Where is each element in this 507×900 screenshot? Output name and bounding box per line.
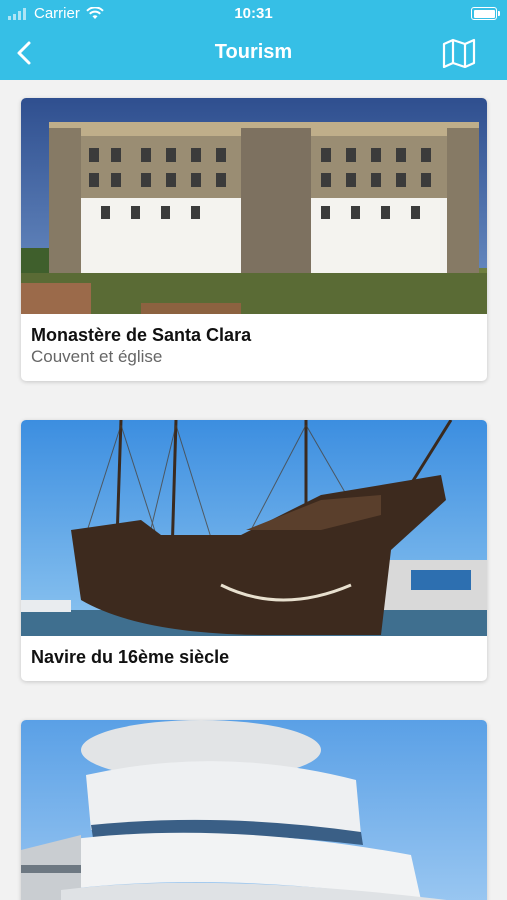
header-bar: Carrier 10:31 Tourism [0,0,507,80]
battery-icon [471,7,500,20]
page-title: Tourism [214,41,293,63]
clock: 10:31 [234,5,273,22]
place-image-building [21,720,487,900]
nav-bar: Tourism [0,28,507,80]
place-name: Navire du 16ème siècle [31,647,230,667]
place-subtitle: Couvent et église [31,347,163,366]
place-image-ship [21,420,487,636]
map-icon[interactable] [441,38,477,68]
place-name: Monastère de Santa Clara [31,325,252,345]
place-image-monastery [21,98,487,314]
place-card[interactable] [21,720,487,900]
place-card[interactable]: Navire du 16ème siècle [21,420,487,681]
place-card[interactable]: Monastère de Santa Clara Couvent et égli… [21,98,487,381]
status-bar: Carrier 10:31 [0,0,507,28]
